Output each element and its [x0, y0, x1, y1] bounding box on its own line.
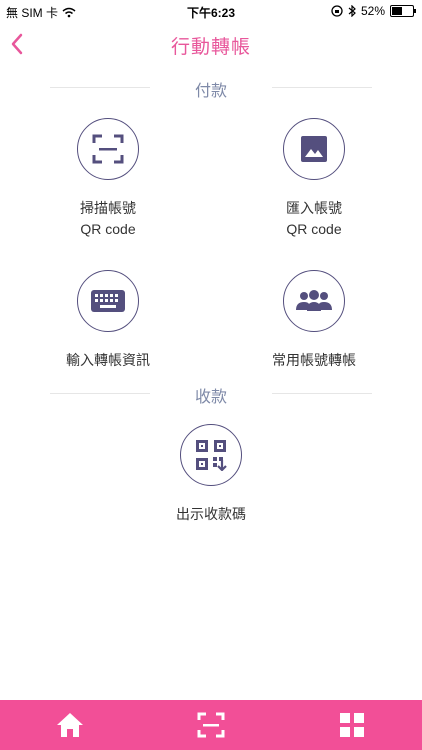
grid-menu-icon	[339, 713, 364, 737]
qr-code-icon	[196, 440, 227, 471]
battery-percent: 52%	[360, 4, 385, 18]
group-icon	[296, 290, 332, 311]
scan-qr-line1: 掃描帳號	[80, 200, 136, 216]
common-accounts-circle	[283, 270, 345, 332]
section-receive-title: 收款	[194, 389, 227, 406]
divider-line-right	[272, 393, 372, 394]
divider-line-right	[272, 87, 372, 88]
status-bar: 無 SIM 卡 下午6:23 52%	[0, 0, 422, 22]
nav-bar: 行動轉帳	[0, 22, 422, 66]
battery-fill	[392, 7, 403, 15]
show-qr-label: 出示收款碼	[131, 504, 291, 525]
section-receive-divider: 收款	[50, 383, 372, 406]
scan-qr-label: 掃描帳號 QR code	[28, 198, 188, 240]
input-info-line1: 輸入轉帳資訊	[66, 352, 150, 368]
show-qr-button[interactable]: 出示收款碼	[131, 424, 291, 525]
input-info-circle	[77, 270, 139, 332]
show-qr-line1: 出示收款碼	[176, 506, 246, 522]
input-transfer-info-button[interactable]: 輸入轉帳資訊	[28, 270, 188, 371]
bottom-tab-bar	[0, 700, 422, 750]
section-pay-title: 付款	[194, 83, 227, 100]
import-qr-line1: 匯入帳號	[286, 200, 342, 216]
scan-frame-icon	[92, 134, 124, 164]
tab-menu[interactable]	[281, 700, 422, 750]
scan-frame-icon	[197, 712, 225, 738]
orientation-lock-icon	[331, 5, 343, 17]
bluetooth-icon	[348, 5, 356, 17]
keyboard-icon	[91, 290, 125, 312]
home-icon	[57, 713, 84, 737]
input-info-label: 輸入轉帳資訊	[28, 350, 188, 371]
scan-qr-button[interactable]: 掃描帳號 QR code	[28, 118, 188, 240]
tab-home[interactable]	[0, 700, 141, 750]
import-qr-button[interactable]: 匯入帳號 QR code	[234, 118, 394, 240]
show-qr-circle	[180, 424, 242, 486]
scan-qr-line2: QR code	[80, 221, 136, 237]
import-qr-label: 匯入帳號 QR code	[234, 198, 394, 240]
import-qr-line2: QR code	[286, 221, 342, 237]
common-accounts-button[interactable]: 常用帳號轉帳	[234, 270, 394, 371]
status-right: 52%	[331, 4, 416, 18]
common-accounts-label: 常用帳號轉帳	[234, 350, 394, 371]
import-qr-circle	[283, 118, 345, 180]
tab-scan[interactable]	[141, 700, 282, 750]
common-accounts-line1: 常用帳號轉帳	[272, 352, 356, 368]
image-icon	[301, 136, 327, 162]
section-pay-divider: 付款	[50, 77, 372, 100]
page-title: 行動轉帳	[170, 37, 251, 58]
battery-icon	[390, 5, 416, 17]
scan-qr-circle	[77, 118, 139, 180]
